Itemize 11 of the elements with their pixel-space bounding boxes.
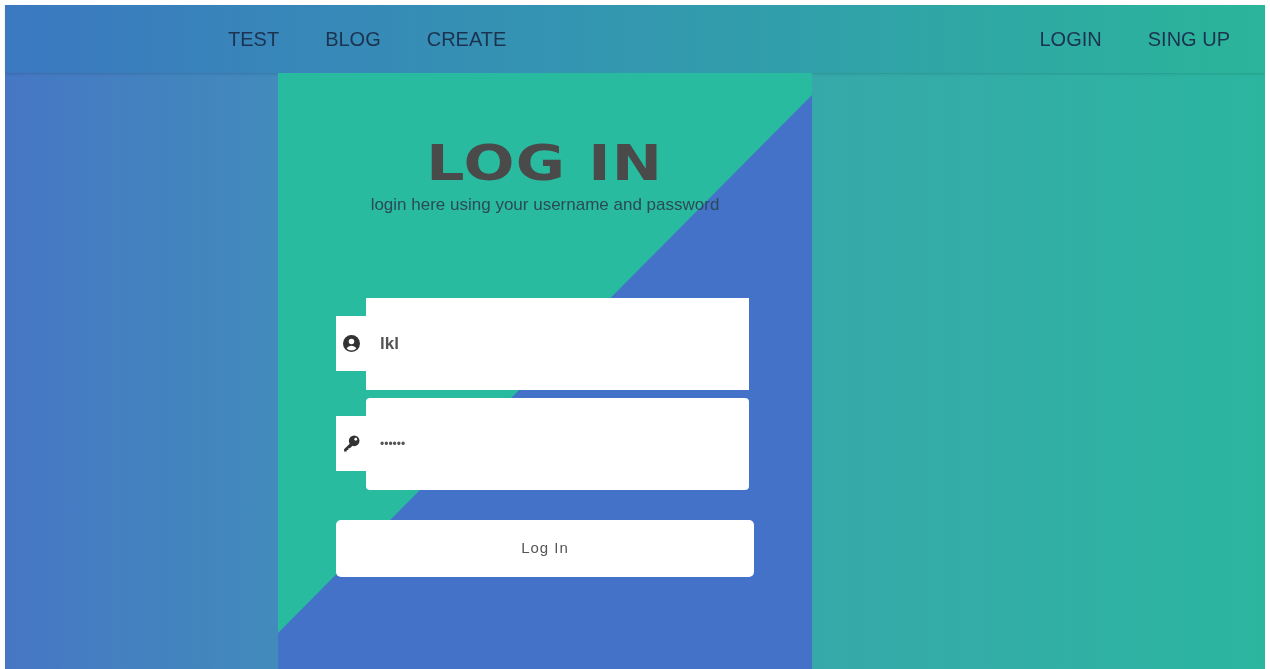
nav-link[interactable]: TEST [228, 24, 280, 54]
user-icon [342, 335, 360, 352]
nav-link[interactable]: SING UP [1147, 24, 1230, 54]
login-button[interactable]: Log In [336, 519, 754, 577]
card-title: LOG IN [426, 138, 664, 188]
nav-link[interactable]: BLOG [325, 24, 381, 54]
key-icon [342, 435, 360, 452]
nav-link[interactable]: CREATE [426, 24, 507, 54]
nav-link[interactable]: LOGIN [1039, 24, 1102, 54]
password-field[interactable]: •••••• [366, 397, 749, 490]
username-field[interactable]: lkl [366, 297, 749, 390]
